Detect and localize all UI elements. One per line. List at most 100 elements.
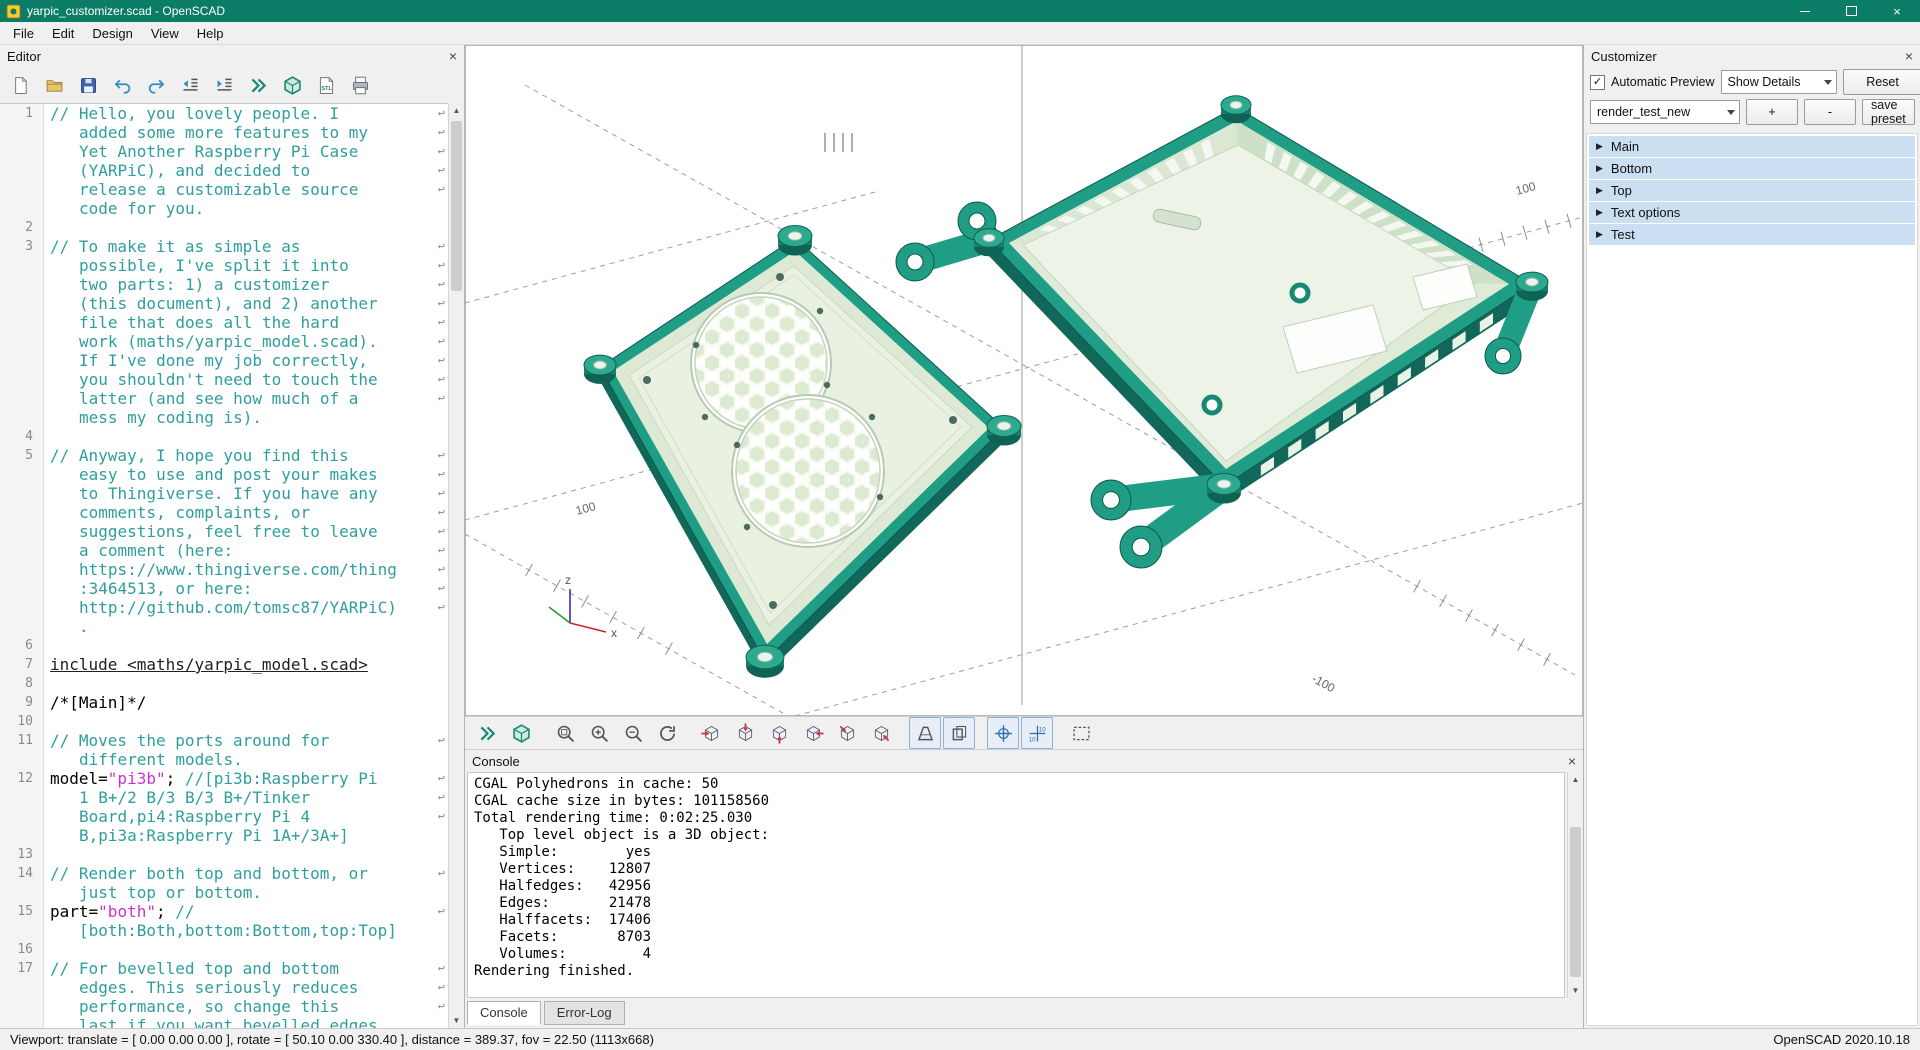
menu-file[interactable]: File [4, 23, 43, 44]
code-row[interactable]: :3464513, or here:↩ [0, 579, 448, 598]
save-icon[interactable] [72, 69, 104, 101]
code-row[interactable]: 6 [0, 636, 448, 655]
editor-scrollbar[interactable]: ▲ ▼ [448, 103, 464, 1028]
undo-icon[interactable] [106, 69, 138, 101]
code-row[interactable]: different models. [0, 750, 448, 769]
view-right-icon[interactable] [695, 717, 727, 749]
code-row[interactable]: code for you. [0, 199, 448, 218]
customizer-close-icon[interactable]: × [1905, 48, 1913, 64]
code-row[interactable]: 10 [0, 712, 448, 731]
code-row[interactable]: 15part="both"; //↩ [0, 902, 448, 921]
minimize-button[interactable] [1782, 0, 1828, 22]
console-scrollbar[interactable]: ▲ ▼ [1567, 772, 1583, 998]
code-row[interactable]: Board,pi4:Raspberry Pi 4↩ [0, 807, 448, 826]
expand-arrow-icon[interactable]: ▶ [1596, 141, 1603, 152]
maximize-button[interactable] [1828, 0, 1874, 22]
new-file-icon[interactable] [4, 69, 36, 101]
render-icon[interactable] [505, 717, 537, 749]
code-row[interactable]: 14// Render both top and bottom, or↩ [0, 864, 448, 883]
code-row[interactable]: (this document), and 2) another↩ [0, 294, 448, 313]
code-row[interactable]: comments, complaints, or↩ [0, 503, 448, 522]
code-row[interactable]: If I've done my job correctly,↩ [0, 351, 448, 370]
zoom-all-icon[interactable] [549, 717, 581, 749]
expand-arrow-icon[interactable]: ▶ [1596, 163, 1603, 174]
preset-dropdown[interactable]: render_test_new [1590, 100, 1740, 124]
case-top-part[interactable] [896, 96, 1548, 568]
expand-arrow-icon[interactable]: ▶ [1596, 207, 1603, 218]
editor-scroll-track[interactable] [449, 118, 464, 1013]
code-row[interactable]: (YARPiC), and decided to↩ [0, 161, 448, 180]
add-preset-button[interactable]: + [1746, 99, 1798, 125]
code-row[interactable]: release a customizable source↩ [0, 180, 448, 199]
orthographic-icon[interactable] [943, 717, 975, 749]
zoom-in-icon[interactable] [583, 717, 615, 749]
code-row[interactable]: 9/*[Main]*/ [0, 693, 448, 712]
code-row[interactable]: Yet Another Raspberry Pi Case↩ [0, 142, 448, 161]
customizer-group-main[interactable]: ▶Main [1589, 136, 1915, 157]
redo-icon[interactable] [140, 69, 172, 101]
export-stl-icon[interactable]: STL [310, 69, 342, 101]
view-front-icon[interactable] [831, 717, 863, 749]
code-row[interactable]: suggestions, feel free to leave↩ [0, 522, 448, 541]
console-output[interactable]: CGAL Polyhedrons in cache: 50CGAL cache … [467, 772, 1565, 998]
code-row[interactable]: 17// For bevelled top and bottom↩ [0, 959, 448, 978]
menu-view[interactable]: View [142, 23, 188, 44]
code-row[interactable]: to Thingiverse. If you have any↩ [0, 484, 448, 503]
code-row[interactable]: 12model="pi3b"; //[pi3b:Raspberry Pi↩ [0, 769, 448, 788]
tab-console[interactable]: Console [467, 1001, 541, 1025]
code-row[interactable]: file that does all the hard↩ [0, 313, 448, 332]
expand-arrow-icon[interactable]: ▶ [1596, 229, 1603, 240]
code-row[interactable]: 5// Anyway, I hope you find this↩ [0, 446, 448, 465]
details-dropdown[interactable]: Show Details [1721, 70, 1837, 94]
scroll-up-icon[interactable]: ▲ [1568, 772, 1583, 787]
view-top-icon[interactable] [729, 717, 761, 749]
console-scroll-track[interactable] [1568, 787, 1583, 983]
view-bottom-icon[interactable] [763, 717, 795, 749]
code-row[interactable]: 11// Moves the ports around for↩ [0, 731, 448, 750]
close-button[interactable]: × [1874, 0, 1920, 22]
unindent-icon[interactable] [174, 69, 206, 101]
code-row[interactable]: possible, I've split it into↩ [0, 256, 448, 275]
show-scale-icon[interactable]: 1010 [1021, 717, 1053, 749]
automatic-preview-checkbox[interactable]: ✓ [1590, 75, 1605, 90]
code-row[interactable]: latter (and see how much of a↩ [0, 389, 448, 408]
console-scroll-thumb[interactable] [1570, 827, 1581, 977]
reset-button[interactable]: Reset [1843, 69, 1920, 95]
view-all-icon[interactable] [1065, 717, 1097, 749]
view-left-icon[interactable] [797, 717, 829, 749]
code-row[interactable]: 13 [0, 845, 448, 864]
view-back-icon[interactable] [865, 717, 897, 749]
perspective-icon[interactable] [909, 717, 941, 749]
menu-design[interactable]: Design [83, 23, 141, 44]
save-preset-button[interactable]: save preset [1862, 99, 1915, 125]
open-icon[interactable] [38, 69, 70, 101]
code-row[interactable]: edges. This seriously reduces↩ [0, 978, 448, 997]
print-icon[interactable] [344, 69, 376, 101]
editor-scroll-thumb[interactable] [451, 121, 462, 291]
customizer-group-bottom[interactable]: ▶Bottom [1589, 158, 1915, 179]
render-icon[interactable] [276, 69, 308, 101]
code-row[interactable]: https://www.thingiverse.com/thing↩ [0, 560, 448, 579]
code-area[interactable]: 1// Hello, you lovely people. I↩added so… [0, 103, 448, 1028]
indent-icon[interactable] [208, 69, 240, 101]
scroll-down-icon[interactable]: ▼ [449, 1013, 464, 1028]
preview-icon[interactable] [471, 717, 503, 749]
preview-icon[interactable] [242, 69, 274, 101]
customizer-group-text-options[interactable]: ▶Text options [1589, 202, 1915, 223]
tab-error-log[interactable]: Error-Log [544, 1001, 625, 1025]
scroll-up-icon[interactable]: ▲ [449, 103, 464, 118]
code-row[interactable]: 3// To make it as simple as↩ [0, 237, 448, 256]
code-row[interactable]: just top or bottom. [0, 883, 448, 902]
customizer-group-top[interactable]: ▶Top [1589, 180, 1915, 201]
code-row[interactable]: you shouldn't need to touch the↩ [0, 370, 448, 389]
case-bottom-part[interactable] [584, 225, 1021, 677]
code-row[interactable]: 1// Hello, you lovely people. I↩ [0, 104, 448, 123]
editor-close-icon[interactable]: × [449, 48, 457, 64]
code-row[interactable]: 7include <maths/yarpic_model.scad> [0, 655, 448, 674]
remove-preset-button[interactable]: - [1804, 99, 1856, 125]
3d-viewport[interactable]: 100 -100 100 [465, 45, 1583, 716]
code-row[interactable]: added some more features to my↩ [0, 123, 448, 142]
code-row[interactable]: 1 B+/2 B/3 B/3 B+/Tinker↩ [0, 788, 448, 807]
expand-arrow-icon[interactable]: ▶ [1596, 185, 1603, 196]
code-row[interactable]: work (maths/yarpic_model.scad).↩ [0, 332, 448, 351]
